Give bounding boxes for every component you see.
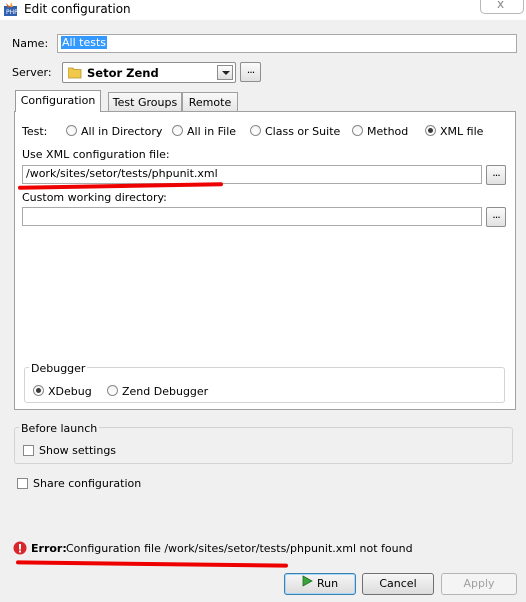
radio-method-label: Method [367, 125, 409, 138]
working-dir-browse-button[interactable]: ... [486, 207, 506, 227]
name-input-value: All tests [61, 36, 107, 49]
radio-all-in-file[interactable] [172, 125, 183, 136]
tab-remote[interactable]: Remote [182, 92, 238, 112]
window-title: Edit configuration [24, 2, 131, 16]
apply-button[interactable]: Apply [441, 573, 517, 595]
tab-configuration[interactable]: Configuration [15, 90, 101, 112]
radio-all-in-file-label: All in File [187, 125, 237, 138]
radio-all-in-directory-label: All in Directory [81, 125, 163, 138]
cancel-button[interactable]: Cancel [362, 573, 434, 595]
server-label: Server: [12, 66, 52, 79]
before-launch-title: Before launch [19, 422, 100, 435]
run-label: Run [316, 577, 339, 590]
radio-class-or-suite[interactable] [250, 125, 261, 136]
close-button[interactable]: x [480, 0, 524, 14]
debugger-group [24, 367, 505, 403]
radio-zend-debugger[interactable] [107, 385, 118, 396]
error-message: Configuration file /work/sites/setor/tes… [66, 542, 413, 555]
share-configuration-label: Share configuration [33, 477, 142, 490]
radio-xdebug[interactable] [33, 385, 44, 396]
folder-icon [67, 67, 82, 82]
radio-method[interactable] [352, 125, 363, 136]
error-icon [13, 541, 27, 558]
radio-xml-file[interactable] [425, 125, 436, 136]
server-browse-button[interactable]: ... [240, 62, 261, 82]
radio-all-in-directory[interactable] [66, 125, 77, 136]
xml-config-label: Use XML configuration file: [22, 148, 170, 161]
svg-text:PHP: PHP [6, 9, 18, 16]
share-configuration-checkbox[interactable] [17, 478, 28, 489]
error-prefix: Error: [31, 542, 67, 555]
radio-xdebug-label: XDebug [48, 385, 92, 398]
tab-test-groups[interactable]: Test Groups [108, 92, 182, 112]
app-icon: PHP [3, 2, 18, 17]
title-bar: PHP Edit configuration x [0, 0, 526, 20]
server-select[interactable]: Setor Zend [62, 62, 236, 83]
close-icon: x [497, 0, 505, 11]
radio-xml-file-label: XML file [440, 125, 484, 138]
test-label: Test: [22, 125, 48, 138]
show-settings-label: Show settings [39, 444, 117, 457]
radio-class-or-suite-label: Class or Suite [265, 125, 341, 138]
show-settings-checkbox[interactable] [23, 445, 34, 456]
xml-config-input[interactable]: /work/sites/setor/tests/phpunit.xml [22, 165, 482, 184]
name-label: Name: [12, 37, 49, 50]
working-dir-input[interactable] [22, 207, 482, 226]
name-input[interactable]: All tests [57, 34, 517, 53]
server-value: Setor Zend [87, 66, 159, 80]
working-dir-label: Custom working directory: [22, 191, 167, 204]
radio-zend-debugger-label: Zend Debugger [122, 385, 209, 398]
run-button[interactable]: Run [284, 573, 356, 595]
run-icon [302, 574, 313, 594]
debugger-group-title: Debugger [29, 362, 88, 375]
xml-config-browse-button[interactable]: ... [486, 165, 506, 185]
chevron-down-icon[interactable] [217, 65, 233, 80]
annotation-underline-error [15, 560, 289, 568]
